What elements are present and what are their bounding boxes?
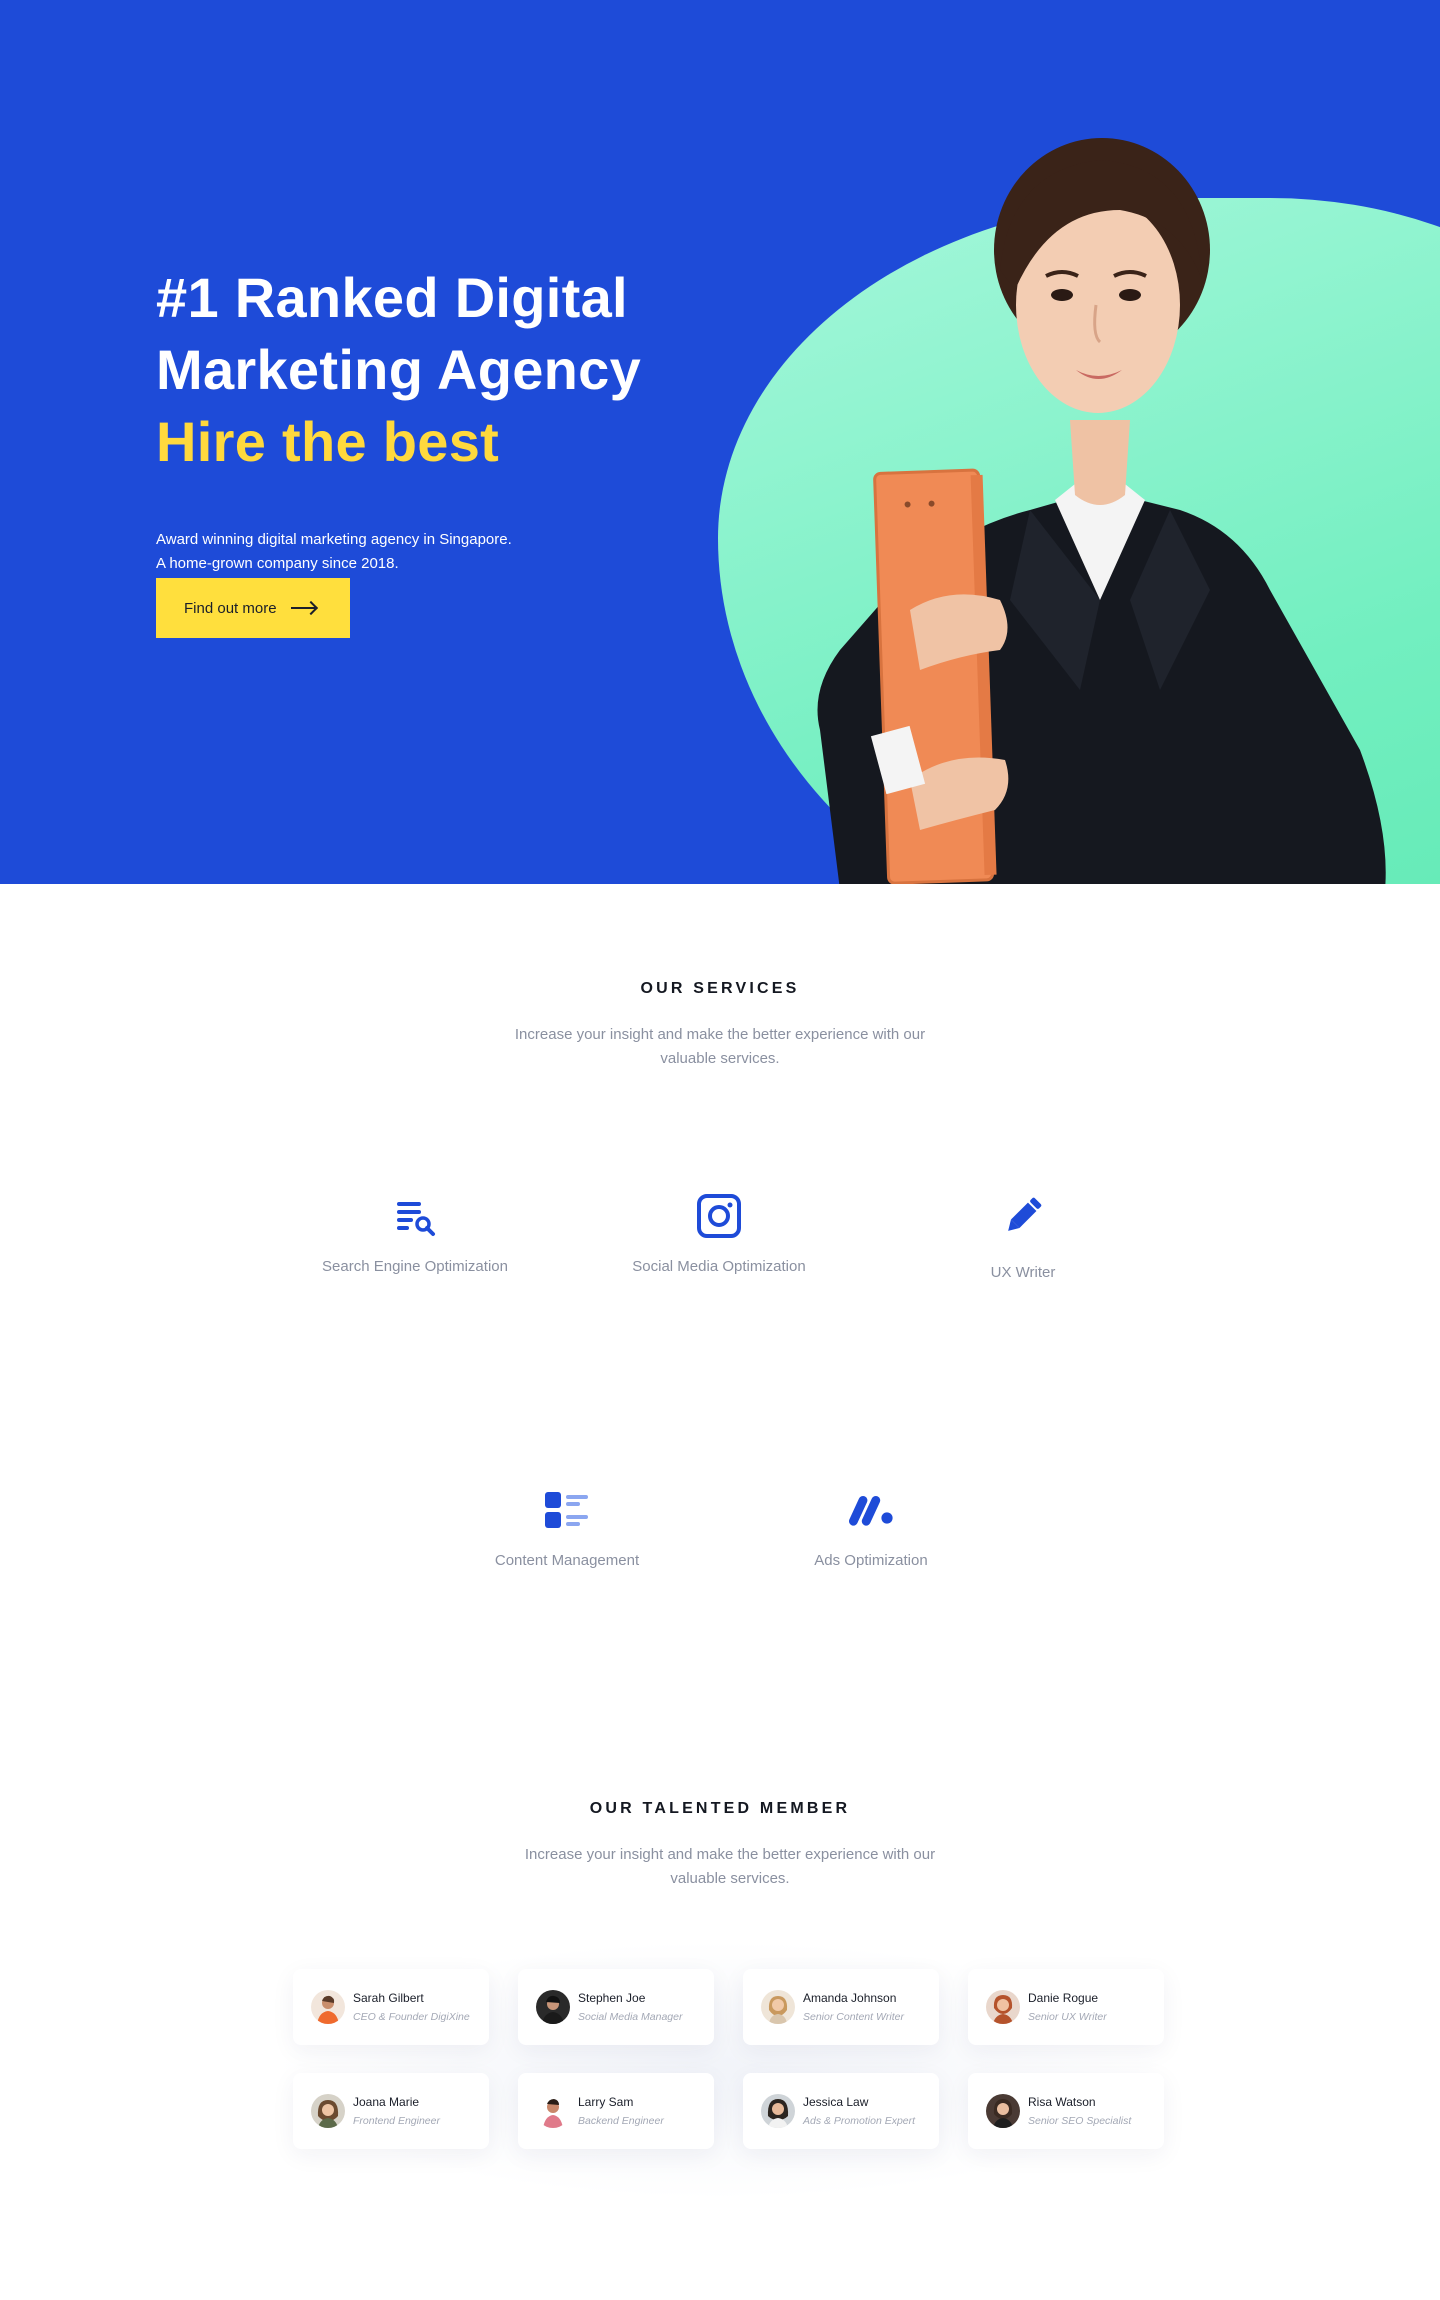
service-label: Social Media Optimization [632, 1258, 806, 1275]
service-label: UX Writer [990, 1264, 1056, 1281]
member-text: Larry Sam Backend Engineer [578, 2094, 664, 2129]
avatar [536, 1990, 570, 2024]
content-list-icon [543, 1486, 591, 1534]
member-role: Frontend Engineer [353, 2114, 440, 2127]
member-text: Risa Watson Senior SEO Specialist [1028, 2094, 1131, 2129]
member-card[interactable]: Danie Rogue Senior UX Writer [968, 1969, 1164, 2045]
service-item-content[interactable]: Content Management [437, 1486, 697, 1569]
avatar [761, 2094, 795, 2128]
member-name: Stephen Joe [578, 1990, 646, 2005]
member-text: Jessica Law Ads & Promotion Expert [803, 2094, 915, 2129]
hero-subtitle: Award winning digital marketing agency i… [156, 528, 756, 576]
hero-text: #1 Ranked Digital Marketing Agency Hire … [156, 262, 756, 576]
service-item-ads[interactable]: Ads Optimization [741, 1486, 1001, 1569]
members-subtitle-line1: Increase your insight and make the bette… [524, 1846, 936, 1863]
member-text: Amanda Johnson Senior Content Writer [803, 1990, 904, 2025]
hero-subtitle-line2: A home-grown company since 2018. [156, 555, 399, 572]
member-card[interactable]: Stephen Joe Social Media Manager [518, 1969, 714, 2045]
avatar [986, 2094, 1020, 2128]
pencil-icon [999, 1192, 1047, 1240]
avatar [311, 2094, 345, 2128]
services-subtitle: Increase your insight and make the bette… [470, 1023, 970, 1071]
search-list-icon [391, 1192, 439, 1240]
ads-m-icon [847, 1486, 895, 1534]
member-name: Larry Sam [578, 2094, 634, 2109]
member-card[interactable]: Jessica Law Ads & Promotion Expert [743, 2073, 939, 2149]
services-subtitle-line2: valuable services. [660, 1050, 780, 1067]
hero-title-line2: Marketing Agency [156, 338, 642, 401]
members-subtitle-line2: valuable services. [670, 1870, 790, 1887]
member-role: Senior Content Writer [803, 2010, 904, 2023]
member-name: Danie Rogue [1028, 1990, 1099, 2005]
member-role: Ads & Promotion Expert [803, 2114, 916, 2127]
avatar [311, 1990, 345, 2024]
hero-section: #1 Ranked Digital Marketing Agency Hire … [0, 0, 1440, 884]
find-out-more-label: Find out more [184, 599, 277, 617]
businesswoman-image [817, 138, 1386, 884]
avatar [536, 2094, 570, 2128]
member-role: Social Media Manager [578, 2010, 683, 2023]
find-out-more-button[interactable]: Find out more [156, 578, 350, 638]
service-item-ux-writer[interactable]: UX Writer [893, 1192, 1153, 1281]
members-title: OUR TALENTED MEMBER [589, 1800, 851, 1817]
member-card[interactable]: Joana Marie Frontend Engineer [293, 2073, 489, 2149]
service-label: Ads Optimization [814, 1552, 928, 1569]
member-text: Stephen Joe Social Media Manager [578, 1990, 682, 2025]
member-text: Sarah Gilbert CEO & Founder DigiXine [353, 1990, 470, 2025]
services-title: OUR SERVICES [640, 980, 800, 997]
member-card[interactable]: Risa Watson Senior SEO Specialist [968, 2073, 1164, 2149]
service-label: Search Engine Optimization [322, 1258, 508, 1275]
member-card[interactable]: Amanda Johnson Senior Content Writer [743, 1969, 939, 2045]
avatar [986, 1990, 1020, 2024]
member-text: Danie Rogue Senior UX Writer [1028, 1990, 1107, 2025]
member-name: Sarah Gilbert [353, 1990, 424, 2005]
hero-subtitle-line1: Award winning digital marketing agency i… [156, 531, 512, 548]
member-role: Senior SEO Specialist [1028, 2114, 1132, 2127]
member-role: Senior UX Writer [1028, 2010, 1107, 2023]
member-card[interactable]: Sarah Gilbert CEO & Founder DigiXine [293, 1969, 489, 2045]
arrow-right-icon [290, 602, 317, 614]
service-item-social[interactable]: Social Media Optimization [589, 1192, 849, 1275]
member-card[interactable]: Larry Sam Backend Engineer [518, 2073, 714, 2149]
member-name: Jessica Law [803, 2094, 869, 2109]
members-subtitle: Increase your insight and make the bette… [480, 1843, 980, 1891]
member-name: Risa Watson [1028, 2094, 1096, 2109]
member-name: Joana Marie [353, 2094, 420, 2109]
member-text: Joana Marie Frontend Engineer [353, 2094, 440, 2129]
instagram-icon [695, 1192, 743, 1240]
service-label: Content Management [494, 1552, 640, 1569]
hero-title-accent: Hire the best [156, 410, 500, 473]
services-subtitle-line1: Increase your insight and make the bette… [514, 1026, 926, 1043]
member-role: CEO & Founder DigiXine [353, 2010, 470, 2023]
avatar [761, 1990, 795, 2024]
member-name: Amanda Johnson [803, 1990, 897, 2005]
member-role: Backend Engineer [578, 2114, 664, 2127]
hero-title-line1: #1 Ranked Digital [156, 266, 628, 329]
service-item-seo[interactable]: Search Engine Optimization [285, 1192, 545, 1275]
hero-title: #1 Ranked Digital Marketing Agency Hire … [156, 262, 756, 478]
